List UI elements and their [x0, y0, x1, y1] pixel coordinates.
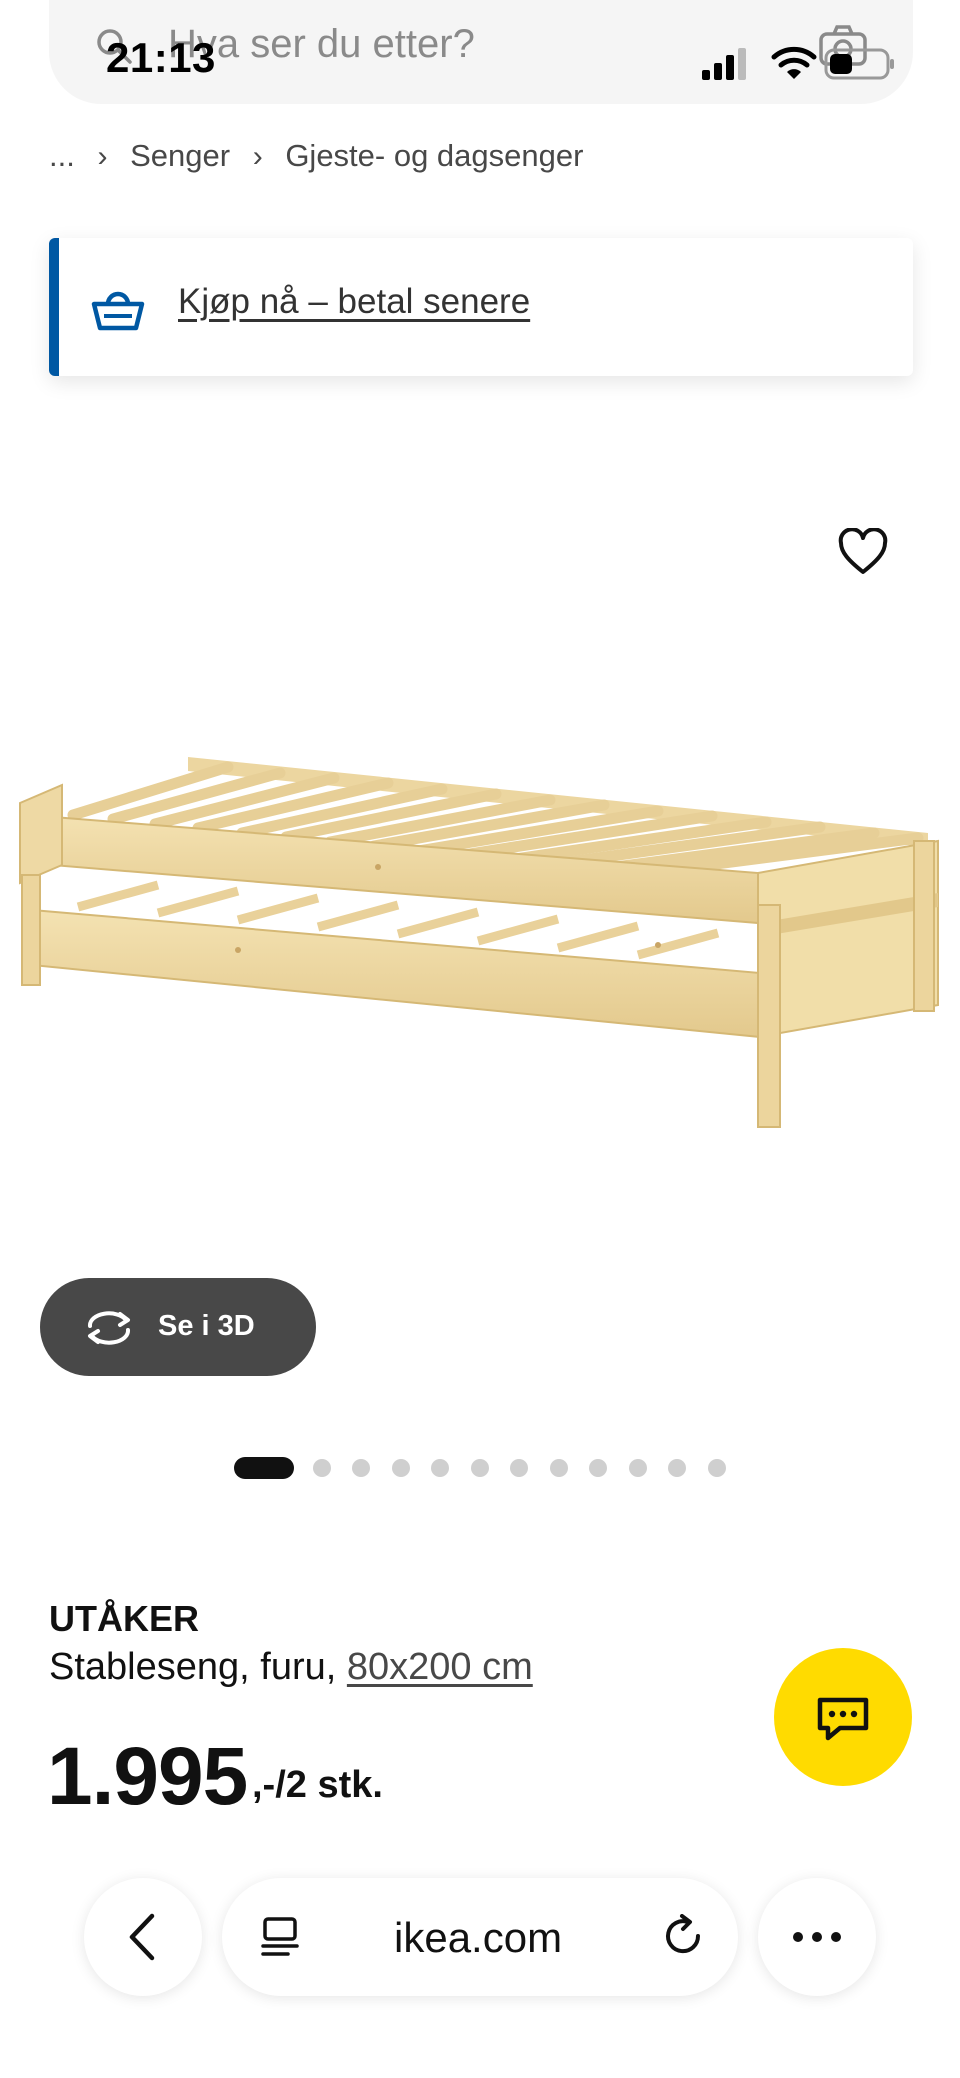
product-description-text: Stableseng, furu,	[49, 1646, 337, 1688]
price-suffix: ,-/2 stk.	[252, 1764, 383, 1806]
url-text[interactable]: ikea.com	[394, 1914, 562, 1962]
reload-icon[interactable]	[662, 1914, 706, 1960]
chevron-right-icon: ›	[252, 140, 263, 173]
carousel-dot[interactable]	[550, 1459, 568, 1477]
basket-icon	[91, 291, 145, 331]
carousel-dot[interactable]	[668, 1459, 686, 1477]
wifi-icon	[771, 46, 817, 79]
battery-icon	[824, 48, 894, 80]
carousel-dot[interactable]	[708, 1459, 726, 1477]
carousel-dot[interactable]	[431, 1459, 449, 1477]
carousel-dot-active[interactable]	[234, 1457, 294, 1479]
signal-icon	[702, 48, 746, 80]
product-description: Stableseng, furu, 80x200 cm	[49, 1646, 533, 1689]
reader-icon[interactable]	[260, 1916, 300, 1960]
product-size-link[interactable]: 80x200 cm	[347, 1646, 533, 1688]
back-icon	[129, 1913, 155, 1961]
chevron-right-icon: ›	[97, 140, 108, 173]
carousel-dot[interactable]	[313, 1459, 331, 1477]
breadcrumb-item-senger[interactable]: Senger	[130, 138, 230, 173]
carousel-dot[interactable]	[392, 1459, 410, 1477]
see-in-3d-label: Se i 3D	[158, 1310, 255, 1342]
rotate-3d-icon	[88, 1311, 130, 1345]
breadcrumb: ... › Senger › Gjeste- og dagsenger	[49, 138, 597, 174]
heart-icon[interactable]	[838, 528, 888, 578]
breadcrumb-ellipsis[interactable]: ...	[49, 138, 75, 173]
bnpl-link[interactable]: Kjøp nå – betal senere	[178, 282, 530, 322]
carousel-dot[interactable]	[589, 1459, 607, 1477]
price-main: 1.995	[47, 1731, 248, 1822]
breadcrumb-item-gjestesenger[interactable]: Gjeste- og dagsenger	[285, 138, 583, 173]
carousel-dot[interactable]	[352, 1459, 370, 1477]
product-image[interactable]	[18, 745, 942, 1130]
carousel-dot[interactable]	[471, 1459, 489, 1477]
more-icon	[793, 1932, 841, 1942]
carousel-dot[interactable]	[510, 1459, 528, 1477]
product-name: UTÅKER	[49, 1598, 199, 1639]
chat-icon	[817, 1697, 869, 1741]
status-time: 21:13	[106, 34, 216, 81]
carousel-dot[interactable]	[629, 1459, 647, 1477]
